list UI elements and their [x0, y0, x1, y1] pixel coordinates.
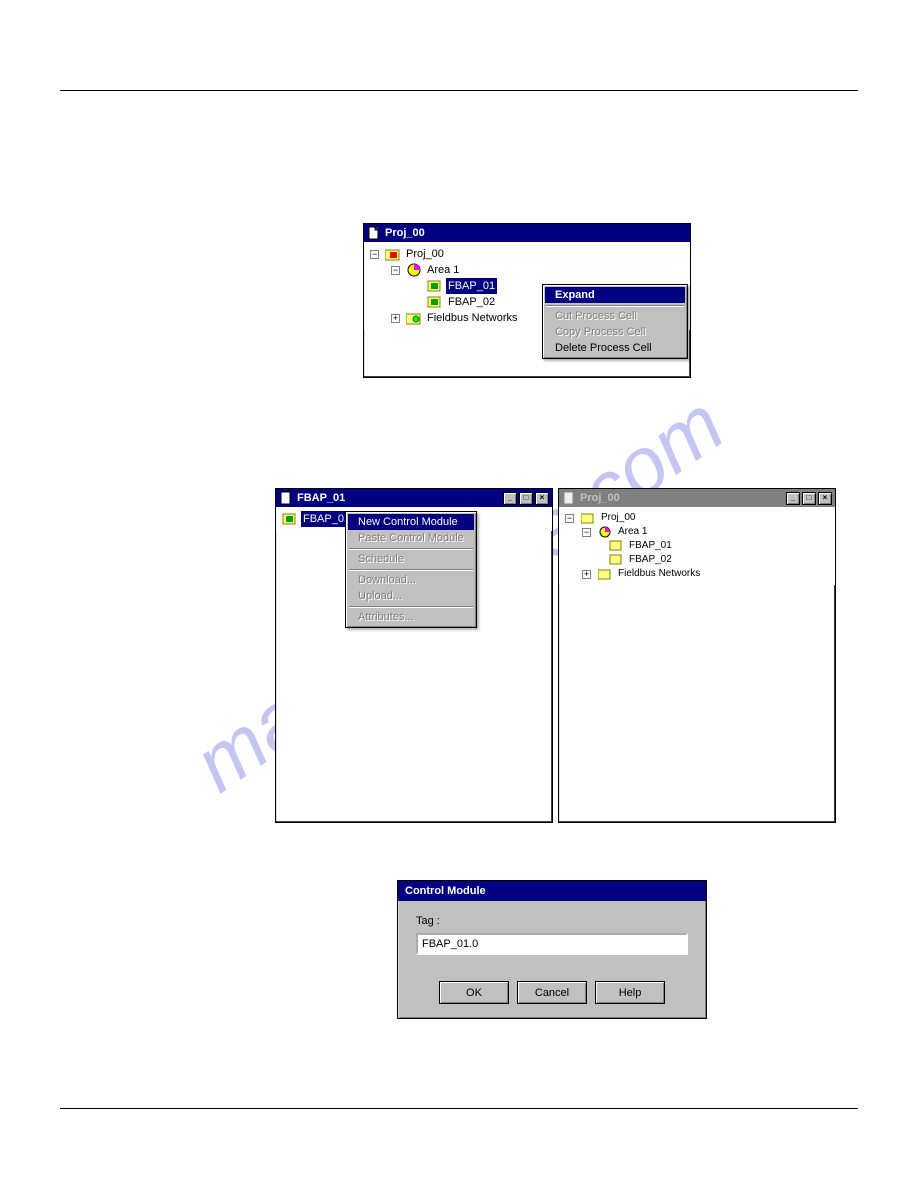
area-pie-icon: [597, 525, 613, 539]
window-fbap01: FBAP_01 _ □ × FBAP_01 New Control Module…: [275, 488, 553, 823]
menu-new-control-module[interactable]: New Control Module: [348, 514, 474, 530]
titlebar[interactable]: FBAP_01 _ □ ×: [276, 489, 552, 507]
menu-divider: [349, 569, 473, 570]
dialog-control-module: Control Module Tag : OK Cancel Help: [397, 880, 707, 1019]
close-button[interactable]: ×: [818, 492, 832, 505]
cell-icon: [427, 295, 443, 309]
doc-icon: [367, 226, 381, 240]
cell-icon: [282, 512, 298, 526]
menu-expand[interactable]: Expand: [545, 287, 685, 303]
context-menu-expand: Expand Cut Process Cell Copy Process Cel…: [542, 284, 688, 359]
collapse-icon[interactable]: −: [565, 514, 574, 523]
menu-download[interactable]: Download...: [348, 572, 474, 588]
tree-label: Area 1: [616, 525, 649, 539]
tree-label: FBAP_02: [627, 553, 674, 567]
doc-icon: [562, 491, 576, 505]
tree-label: Fieldbus Networks: [425, 310, 519, 326]
help-button[interactable]: Help: [595, 981, 665, 1004]
menu-delete[interactable]: Delete Process Cell: [545, 340, 685, 356]
tree-label: FBAP_02: [446, 294, 497, 310]
window-proj00-top: Proj_00 − Proj_00 − Area 1 FBAP_01: [363, 223, 691, 378]
ok-button[interactable]: OK: [439, 981, 509, 1004]
menu-upload[interactable]: Upload...: [348, 588, 474, 604]
collapse-icon[interactable]: −: [391, 266, 400, 275]
tree-view[interactable]: − Proj_00 − Area 1 FBAP_01: [559, 507, 835, 585]
minimize-button[interactable]: _: [503, 492, 517, 505]
cancel-button[interactable]: Cancel: [517, 981, 587, 1004]
tree-item-fbap01[interactable]: FBAP_01: [565, 539, 829, 553]
project-icon: [580, 511, 596, 525]
menu-attributes[interactable]: Attributes...: [348, 609, 474, 625]
collapse-icon[interactable]: −: [370, 250, 379, 259]
tree-label: Proj_00: [404, 246, 446, 262]
cell-icon: [427, 279, 443, 293]
menu-cut[interactable]: Cut Process Cell: [545, 308, 685, 324]
tree-label: Proj_00: [599, 511, 637, 525]
area-pie-icon: [406, 263, 422, 277]
dialog-button-row: OK Cancel Help: [398, 969, 706, 1018]
titlebar[interactable]: Proj_00: [364, 224, 690, 242]
tree-label: Fieldbus Networks: [616, 567, 702, 581]
divider-top: [60, 90, 858, 91]
titlebar-inactive[interactable]: Proj_00 _ □ ×: [559, 489, 835, 507]
expand-icon[interactable]: +: [391, 314, 400, 323]
tree-label-selected: FBAP_01: [446, 278, 497, 294]
titlebar[interactable]: Control Module: [398, 881, 706, 901]
tree-root[interactable]: − Proj_00: [565, 511, 829, 525]
minimize-button[interactable]: _: [786, 492, 800, 505]
menu-copy[interactable]: Copy Process Cell: [545, 324, 685, 340]
network-icon: [406, 311, 422, 325]
network-icon: [597, 567, 613, 581]
tree-root[interactable]: − Proj_00: [370, 246, 684, 262]
menu-divider: [349, 606, 473, 607]
tree-label: FBAP_01: [627, 539, 674, 553]
tag-input[interactable]: [416, 933, 688, 955]
menu-divider: [546, 305, 684, 306]
dialog-title: Control Module: [401, 885, 703, 897]
collapse-icon[interactable]: −: [582, 528, 591, 537]
dialog-body: Tag :: [398, 901, 706, 969]
tag-label: Tag :: [416, 915, 688, 927]
project-icon: [385, 247, 401, 261]
cell-icon: [608, 539, 624, 553]
tree-item-fbap02[interactable]: FBAP_02: [565, 553, 829, 567]
expand-icon[interactable]: +: [582, 570, 591, 579]
maximize-button[interactable]: □: [802, 492, 816, 505]
tree-networks[interactable]: + Fieldbus Networks: [565, 567, 829, 581]
menu-divider: [349, 548, 473, 549]
title-text: FBAP_01: [297, 492, 499, 504]
menu-paste-control-module[interactable]: Paste Control Module: [348, 530, 474, 546]
close-button[interactable]: ×: [535, 492, 549, 505]
divider-bottom: [60, 1108, 858, 1109]
window-proj00-side: Proj_00 _ □ × − Proj_00 − Area 1: [558, 488, 836, 823]
tree-area[interactable]: − Area 1: [370, 262, 684, 278]
maximize-button[interactable]: □: [519, 492, 533, 505]
tree-area[interactable]: − Area 1: [565, 525, 829, 539]
tree-label: Area 1: [425, 262, 461, 278]
menu-schedule[interactable]: Schedule: [348, 551, 474, 567]
context-menu-newcm: New Control Module Paste Control Module …: [345, 511, 477, 628]
cell-icon: [608, 553, 624, 567]
doc-icon: [279, 491, 293, 505]
title-text: Proj_00: [580, 492, 782, 504]
title-text: Proj_00: [385, 227, 687, 239]
